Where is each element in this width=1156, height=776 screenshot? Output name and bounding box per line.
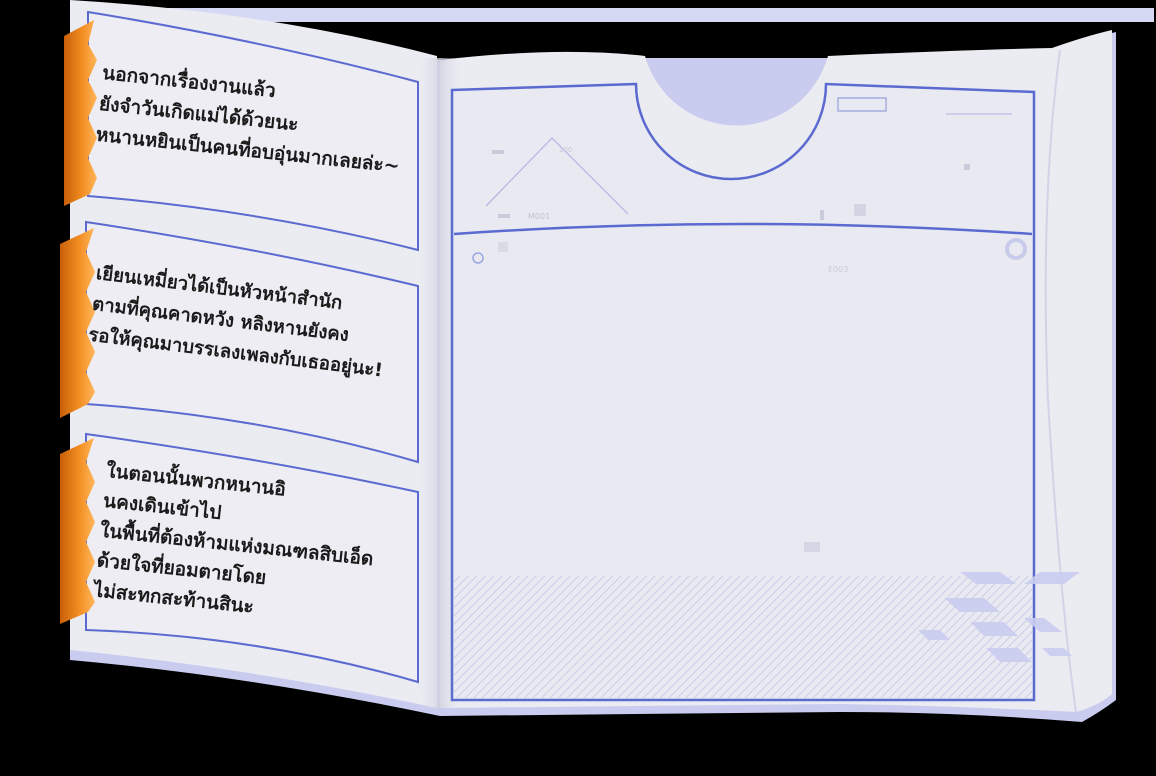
journal-screen: M001 100 E003 นอกจากเรื่องงานแล้ว ยังจำว… [0, 0, 1156, 776]
faint-code-label: M001 [528, 212, 550, 221]
top-edge-strip [110, 8, 1154, 22]
note-3-text: ในตอนนั้นพวกหนานอิ นคงเดินเข้าไป ในพื้นท… [92, 456, 381, 634]
faint-code-label: E003 [828, 265, 848, 274]
faint-code-label: 100 [559, 146, 572, 154]
